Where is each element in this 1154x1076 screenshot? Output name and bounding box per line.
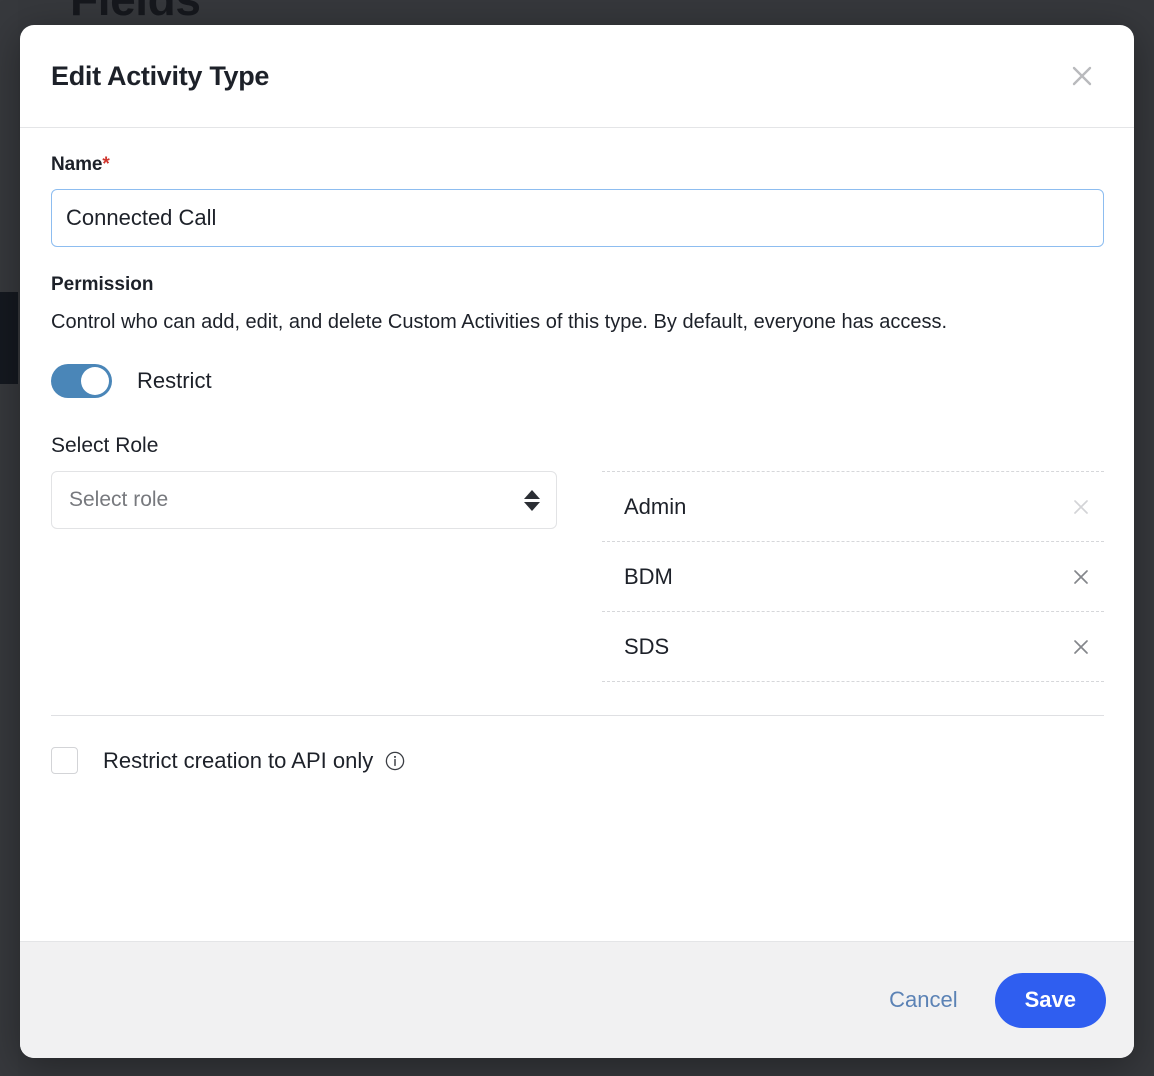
edit-activity-type-dialog: Edit Activity Type Name* Permission Cont… xyxy=(20,25,1134,1058)
role-name: Admin xyxy=(624,494,1064,520)
api-only-label: Restrict creation to API only xyxy=(103,748,406,774)
list-item: Admin xyxy=(602,472,1104,542)
required-marker: * xyxy=(102,154,109,175)
role-select[interactable]: Select role xyxy=(51,471,557,529)
dialog-header: Edit Activity Type xyxy=(20,25,1134,128)
dialog-title: Edit Activity Type xyxy=(51,61,1062,92)
list-item: SDS xyxy=(602,612,1104,682)
permission-heading: Permission xyxy=(51,274,1104,296)
section-divider xyxy=(51,715,1104,716)
remove-role-button[interactable] xyxy=(1064,490,1098,524)
selected-roles-column: Admin BDM xyxy=(602,471,1104,682)
api-only-checkbox[interactable] xyxy=(51,747,78,774)
restrict-toggle[interactable] xyxy=(51,364,112,398)
role-select-column: Select role xyxy=(51,471,557,529)
dialog-body: Name* Permission Control who can add, ed… xyxy=(20,128,1134,941)
cancel-button[interactable]: Cancel xyxy=(871,977,975,1023)
restrict-toggle-label: Restrict xyxy=(137,368,212,394)
close-icon-glyph xyxy=(1068,62,1096,90)
toggle-knob xyxy=(81,367,109,395)
close-icon xyxy=(1070,566,1092,588)
chevron-up-down-icon xyxy=(524,490,540,511)
close-icon[interactable] xyxy=(1062,56,1102,96)
name-input[interactable] xyxy=(51,189,1104,247)
chevron-up-icon xyxy=(524,490,540,499)
api-only-label-text: Restrict creation to API only xyxy=(103,748,373,774)
remove-role-button[interactable] xyxy=(1064,630,1098,664)
role-selection-area: Select role Admin xyxy=(51,471,1104,682)
role-name: SDS xyxy=(624,634,1064,660)
chevron-down-icon xyxy=(524,502,540,511)
selected-roles-list: Admin BDM xyxy=(602,471,1104,682)
select-role-label: Select Role xyxy=(51,434,1104,458)
list-item: BDM xyxy=(602,542,1104,612)
name-label-text: Name xyxy=(51,154,102,175)
name-field-label: Name* xyxy=(51,154,1104,176)
role-name: BDM xyxy=(624,564,1064,590)
api-only-row: Restrict creation to API only xyxy=(51,747,1104,774)
restrict-toggle-row: Restrict xyxy=(51,364,1104,398)
dialog-footer: Cancel Save xyxy=(20,941,1134,1058)
close-icon xyxy=(1070,636,1092,658)
close-icon xyxy=(1070,496,1092,518)
info-circle-icon[interactable] xyxy=(384,750,406,772)
remove-role-button[interactable] xyxy=(1064,560,1098,594)
permission-description: Control who can add, edit, and delete Cu… xyxy=(51,308,1091,336)
save-button[interactable]: Save xyxy=(995,973,1106,1028)
role-select-placeholder: Select role xyxy=(69,488,524,512)
